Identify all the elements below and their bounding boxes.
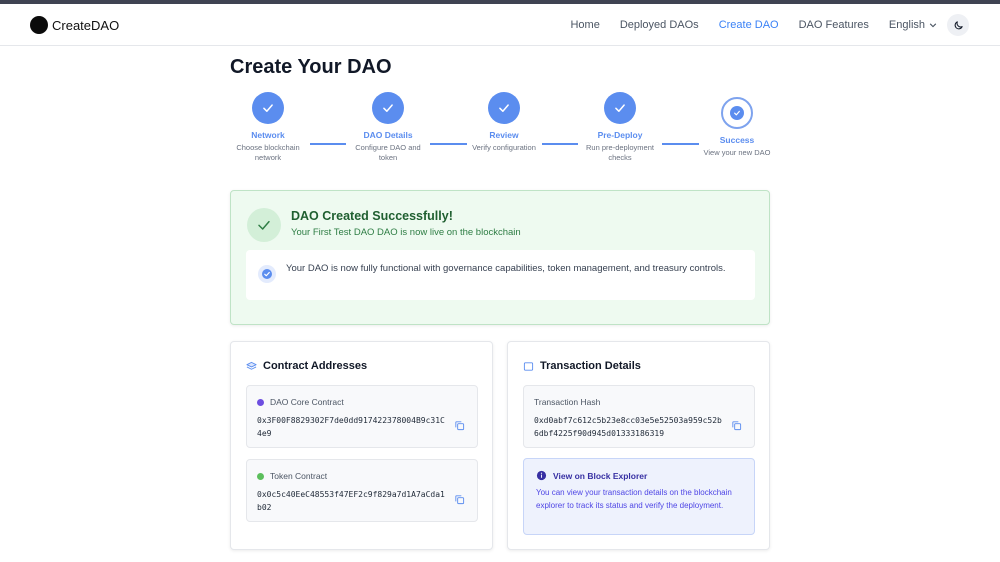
step-label: Success [719,135,755,145]
brand-logo [30,16,48,34]
copy-icon[interactable] [454,420,465,431]
language-label: English [888,19,925,31]
page-title: Create Your DAO [230,56,392,78]
nav-dao-features[interactable]: DAO Features [799,19,869,31]
nav-create-dao[interactable]: Create DAO [719,19,779,31]
step-complete-circle [372,92,404,124]
theme-toggle-button[interactable] [947,14,969,36]
step-label: Pre-Deploy [597,130,643,140]
check-icon [383,104,393,112]
nav-home[interactable]: Home [570,19,599,31]
step-complete-circle [604,92,636,124]
dao-core-address: 0x3F00F8829302F7de0dd917422378004B9c31C4… [257,416,445,438]
panel-title: Contract Addresses [263,360,368,372]
brand-name: CreateDAO [52,17,120,33]
explorer-link[interactable]: View on Block Explorer [553,471,647,481]
info-icon [536,470,547,481]
check-icon [615,104,625,112]
success-info-text: Your DAO is now fully functional with go… [286,263,726,274]
step-label: Review [489,130,519,140]
nav-links: Home Deployed DAOs Create DAO DAO Featur… [570,4,1000,46]
step-current-dot [730,106,744,120]
step-description: Configure DAO and token [355,143,421,162]
step-network: Network Choose blockchain network [223,90,313,163]
step-complete-circle [252,92,284,124]
layers-icon [246,361,257,370]
check-icon [258,220,270,230]
hash-label: Transaction Hash [534,397,601,407]
copy-icon[interactable] [454,494,465,505]
success-check-icon [247,208,281,242]
step-description: Verify configuration [472,143,536,152]
success-card: DAO Created Successfully! Your First Tes… [230,190,770,325]
panel-header: Contract Addresses [246,360,367,372]
step-label: DAO Details [363,130,413,140]
step-label: Network [251,130,285,140]
brand[interactable]: CreateDAO [30,16,119,34]
step-current-circle [721,97,753,129]
step-connector [310,143,346,145]
step-review: Review Verify configuration [459,90,549,153]
step-success: Success View your new DAO [692,95,782,158]
progress-stepper: Network Choose blockchain network DAO De… [230,90,770,170]
success-subtitle: Your First Test DAO DAO is now live on t… [291,227,521,238]
success-title: DAO Created Successfully! [291,209,453,223]
check-icon [734,110,740,116]
block-explorer-box[interactable]: View on Block Explorer You can view your… [523,458,755,535]
transaction-hash-box: Transaction Hash 0xd0abf7c612c5b23e8cc03… [523,385,755,448]
document-icon [523,361,534,371]
nav-deployed-daos[interactable]: Deployed DAOs [620,19,699,31]
purple-dot-icon [257,398,264,406]
step-description: Choose blockchain network [236,143,300,162]
explorer-header: View on Block Explorer [536,470,647,481]
chevron-down-icon [929,23,937,28]
contract-label: Token Contract [257,471,327,481]
contract-label-text: Token Contract [270,471,328,481]
panel-title: Transaction Details [540,360,641,372]
transaction-hash: 0xd0abf7c612c5b23e8cc03e5e52503a959c52b6… [534,416,722,438]
step-description: Run pre-deployment checks [586,143,654,162]
explorer-description: You can view your transaction details on… [536,488,732,510]
step-complete-circle [488,92,520,124]
green-dot-icon [257,472,264,480]
transaction-details-panel: Transaction Details Transaction Hash 0xd… [507,341,770,550]
badge-check-icon [262,269,272,279]
contract-label-text: DAO Core Contract [270,397,344,407]
verified-badge-icon [258,265,276,283]
check-icon [499,104,509,112]
panel-header: Transaction Details [523,360,641,372]
step-dao-details: DAO Details Configure DAO and token [343,90,433,163]
copy-icon[interactable] [731,420,742,431]
dao-core-contract-box: DAO Core Contract 0x3F00F8829302F7de0dd9… [246,385,478,448]
contract-addresses-panel: Contract Addresses DAO Core Contract 0x3… [230,341,493,550]
step-pre-deploy: Pre-Deploy Run pre-deployment checks [575,90,665,163]
navbar: CreateDAO Home Deployed DAOs Create DAO … [0,4,1000,46]
contract-label: DAO Core Contract [257,397,344,407]
token-address: 0x0c5c40EeC48553f47EF2c9f829a7d1A7aCda1b… [257,490,445,512]
language-selector[interactable]: English [889,19,937,31]
moon-icon [954,20,963,29]
check-icon [263,104,273,112]
success-info-box: Your DAO is now fully functional with go… [246,250,755,300]
token-contract-box: Token Contract 0x0c5c40EeC48553f47EF2c9f… [246,459,478,522]
step-description: View your new DAO [703,148,771,157]
